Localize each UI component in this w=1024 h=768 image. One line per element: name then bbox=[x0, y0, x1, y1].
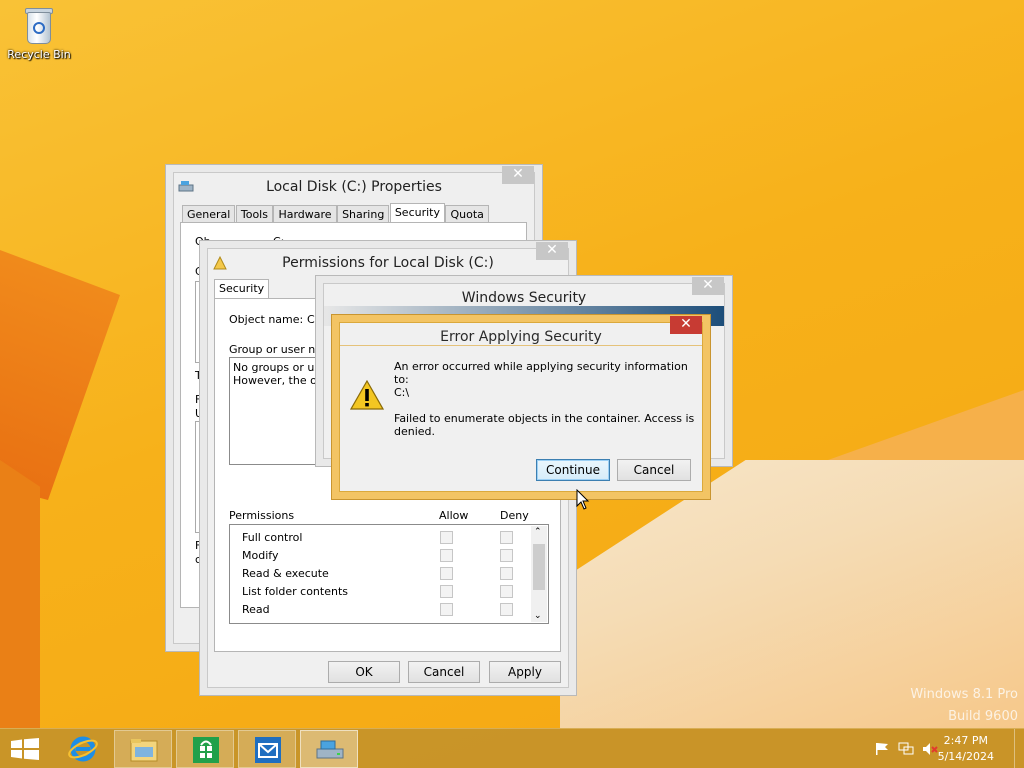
text-fragment: F bbox=[195, 393, 202, 406]
continue-button[interactable]: Continue bbox=[536, 459, 610, 481]
start-icon bbox=[11, 738, 39, 760]
error-detail: Failed to enumerate objects in the conta… bbox=[394, 412, 695, 438]
deny-checkbox[interactable] bbox=[500, 531, 513, 544]
show-desktop-button[interactable] bbox=[1014, 729, 1024, 768]
permissions-header: Permissions bbox=[229, 509, 295, 522]
allow-checkbox[interactable] bbox=[440, 531, 453, 544]
close-button[interactable]: ✕ bbox=[536, 242, 568, 260]
clock[interactable]: 2:47 PM 5/14/2024 bbox=[938, 733, 994, 765]
group-list-message: No groups or user bbox=[233, 361, 332, 374]
windows-watermark: Windows 8.1 Pro Build 9600 bbox=[910, 684, 1018, 728]
wallpaper-shape bbox=[0, 460, 40, 728]
permission-modify: Modify bbox=[242, 549, 279, 562]
error-dialog: Error Applying Security ✕ An error occur… bbox=[339, 316, 703, 492]
tab-security[interactable]: Security bbox=[389, 203, 445, 223]
file-explorer-icon bbox=[130, 739, 158, 762]
allow-checkbox[interactable] bbox=[440, 585, 453, 598]
object-name-value: C bbox=[307, 313, 315, 326]
error-message: An error occurred while applying securit… bbox=[394, 360, 688, 386]
scroll-thumb[interactable] bbox=[533, 544, 545, 590]
cancel-button[interactable]: Cancel bbox=[617, 459, 691, 481]
store-icon bbox=[193, 737, 219, 763]
action-center-flag-icon[interactable] bbox=[874, 742, 890, 756]
taskbar-store[interactable] bbox=[176, 730, 234, 768]
window-title: Permissions for Local Disk (C:) bbox=[282, 255, 494, 271]
tab-quota[interactable]: Quota bbox=[445, 205, 489, 223]
recycle-bin-shortcut[interactable]: Recycle Bin bbox=[4, 6, 74, 61]
scroll-up-icon[interactable]: ⌃ bbox=[534, 527, 542, 537]
object-label-fragment: Ob bbox=[195, 235, 211, 248]
allow-checkbox[interactable] bbox=[440, 549, 453, 562]
text-fragment: F bbox=[195, 539, 202, 552]
allow-checkbox[interactable] bbox=[440, 567, 453, 580]
ok-button[interactable]: OK bbox=[328, 661, 400, 683]
mouse-cursor-icon bbox=[576, 489, 590, 510]
start-button[interactable] bbox=[0, 730, 50, 768]
group-list-fragment bbox=[195, 281, 203, 363]
network-icon[interactable] bbox=[898, 742, 914, 756]
mail-icon bbox=[255, 737, 281, 763]
deny-checkbox[interactable] bbox=[500, 567, 513, 580]
taskbar-mail[interactable] bbox=[238, 730, 296, 768]
window-title: Local Disk (C:) Properties bbox=[266, 179, 442, 195]
tab-hardware[interactable]: Hardware bbox=[273, 205, 337, 223]
apply-button[interactable]: Apply bbox=[489, 661, 561, 683]
warning-icon bbox=[350, 380, 384, 410]
permission-read: Read bbox=[242, 603, 270, 616]
text-fragment: U bbox=[195, 407, 204, 420]
close-button[interactable]: ✕ bbox=[692, 277, 724, 295]
allow-header: Allow bbox=[439, 509, 469, 522]
taskbar: 2:47 PM 5/14/2024 bbox=[0, 728, 1024, 768]
clock-time: 2:47 PM bbox=[943, 734, 988, 747]
watermark-build: Build 9600 bbox=[948, 709, 1018, 724]
group-label-fragment: G bbox=[195, 265, 204, 278]
taskbar-file-explorer[interactable] bbox=[114, 730, 172, 768]
allow-checkbox[interactable] bbox=[440, 603, 453, 616]
watermark-edition: Windows 8.1 Pro bbox=[910, 687, 1018, 702]
drive-icon bbox=[316, 740, 344, 759]
deny-checkbox[interactable] bbox=[500, 603, 513, 616]
clock-date: 5/14/2024 bbox=[937, 750, 994, 763]
wallpaper-shape bbox=[0, 250, 120, 500]
close-button[interactable]: ✕ bbox=[670, 316, 702, 334]
cancel-button[interactable]: Cancel bbox=[408, 661, 480, 683]
group-label: Group or user nam bbox=[229, 343, 333, 356]
taskbar-properties-window[interactable] bbox=[300, 730, 358, 768]
volume-muted-icon[interactable] bbox=[922, 742, 938, 756]
recycle-bin-label: Recycle Bin bbox=[7, 48, 71, 61]
tab-sharing[interactable]: Sharing bbox=[337, 205, 390, 223]
object-name-label: Object name: bbox=[229, 313, 304, 326]
object-value-fragment: C: bbox=[273, 235, 285, 248]
tab-general[interactable]: General bbox=[182, 205, 236, 223]
tab-tools[interactable]: Tools bbox=[235, 205, 273, 223]
permission-full-control: Full control bbox=[242, 531, 303, 544]
error-path: C:\ bbox=[394, 386, 410, 399]
deny-checkbox[interactable] bbox=[500, 585, 513, 598]
scroll-down-icon[interactable]: ⌄ bbox=[534, 611, 542, 621]
taskbar-internet-explorer[interactable] bbox=[54, 730, 112, 768]
internet-explorer-icon bbox=[68, 736, 98, 762]
deny-header: Deny bbox=[500, 509, 529, 522]
permissions-list-fragment bbox=[195, 421, 203, 533]
permission-read-execute: Read & execute bbox=[242, 567, 329, 580]
permission-list-folder: List folder contents bbox=[242, 585, 348, 598]
group-list-message: However, the own bbox=[233, 374, 333, 387]
permissions-list[interactable]: Full control Modify Read & execute List … bbox=[229, 524, 549, 624]
text-fragment: T bbox=[195, 369, 202, 382]
text-fragment: c bbox=[195, 553, 202, 566]
close-button[interactable]: ✕ bbox=[502, 166, 534, 184]
deny-checkbox[interactable] bbox=[500, 549, 513, 562]
tab-security[interactable]: Security bbox=[214, 279, 270, 299]
dialog-body: An error occurred while applying securit… bbox=[340, 345, 702, 491]
recycle-bin-icon bbox=[23, 6, 55, 46]
permissions-scrollbar[interactable]: ⌃ ⌄ bbox=[531, 526, 547, 622]
